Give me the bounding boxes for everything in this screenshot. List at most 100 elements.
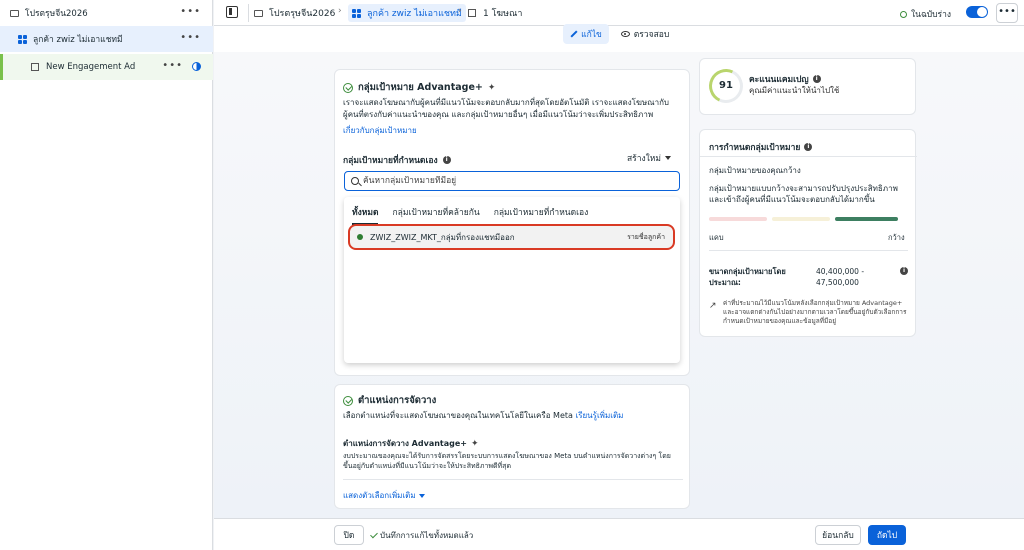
info-icon[interactable]: i [900, 267, 908, 275]
placement-title-text: ตำแหน่งการจัดวาง [358, 395, 437, 406]
top-bar: โปรตรุษจีน2026 › ลูกค้า zwiz ไม่เอาแชทมี… [214, 0, 1024, 26]
show-more-options-link[interactable]: แสดงตัวเลือกเพิ่มเติม [343, 489, 425, 502]
audience-learn-link[interactable]: เกี่ยวกับกลุ่มเป้าหมาย [343, 125, 683, 137]
status-label: ในฉบับร่าง [911, 10, 952, 20]
breadcrumb-adset[interactable]: ลูกค้า zwiz ไม่เอาแชทมี [348, 4, 466, 22]
draft-status: ในฉบับร่าง [900, 7, 951, 21]
divider [343, 479, 683, 480]
dropdown-tabs: ทั้งหมด กลุ่มเป้าหมายที่คล้ายกัน กลุ่มเป… [352, 205, 588, 225]
advantage-placement-label: ตำแหน่งการจัดวาง Advantage+ ✦ [343, 437, 479, 450]
back-button[interactable]: ย้อนกลับ [815, 525, 861, 545]
custom-audience-label: กลุ่มเป้าหมายที่กำหนดเอง i [343, 153, 451, 167]
audience-dropdown: ทั้งหมด กลุ่มเป้าหมายที่คล้ายกัน กลุ่มเป… [344, 197, 680, 363]
divider [709, 250, 908, 251]
breadth-label-broad: กว้าง [888, 233, 905, 242]
next-button[interactable]: ถัดไป [868, 525, 906, 545]
breadth-meter-narrow [709, 217, 767, 221]
tab-review-label: ตรวจสอบ [633, 30, 670, 40]
info-icon[interactable]: i [804, 143, 813, 151]
sidebar-item-adset[interactable]: ลูกค้า zwiz ไม่เอาแชทมี ••• [0, 26, 213, 52]
audience-size-value: 40,400,000 - 47,500,000 [816, 267, 865, 287]
status-dot-icon [357, 234, 363, 240]
sparkle-icon: ✦ [487, 82, 496, 93]
breadcrumb-label: โปรตรุษจีน2026 [269, 9, 336, 19]
info-icon[interactable]: i [812, 75, 821, 83]
bottom-bar: ปิด บันทึกการแก้ไขทั้งหมดแล้ว ย้อนกลับ ถ… [214, 518, 1024, 550]
audience-definition-card: การกำหนดกลุ่มเป้าหมาย i กลุ่มเป้าหมายของ… [699, 129, 917, 337]
more-icon[interactable]: ••• [162, 60, 183, 71]
score-subtitle: คุณมีค่าแนะนำให้นำไปใช้ [749, 86, 840, 95]
placement-description-text: เลือกตำแหน่งที่จะแสดงโฆษณาของคุณในเทคโนโ… [343, 411, 573, 420]
more-icon[interactable]: ••• [180, 6, 201, 17]
check-circle-icon [343, 82, 353, 93]
breadth-meter-medium [772, 217, 830, 221]
caret-down-icon [418, 493, 425, 498]
tab-review[interactable]: ตรวจสอบ [619, 24, 671, 44]
audience-description: เราจะแสดงโฆษณากับผู้คนที่มีแนวโน้มจะตอบก… [343, 98, 669, 119]
page-icon [31, 63, 39, 71]
trend-icon: ↗ [709, 301, 717, 311]
estimate-note: ค่าที่ประมาณไว้มีแนวโน้มหลังเลือกกลุ่มเป… [723, 299, 907, 325]
info-icon[interactable]: i [442, 156, 451, 164]
status-circle-icon [900, 10, 907, 18]
dropdown-tab-all[interactable]: ทั้งหมด [352, 205, 379, 225]
audience-search-field[interactable] [344, 171, 680, 191]
breadcrumb-campaign[interactable]: โปรตรุษจีน2026 [254, 6, 335, 20]
search-icon [351, 177, 359, 185]
breadcrumb-ad[interactable]: 1 โฆษณา [468, 6, 522, 20]
sparkle-icon: ✦ [471, 438, 479, 449]
audience-result-type: รายชื่อลูกค้า [627, 232, 665, 241]
close-button[interactable]: ปิด [334, 525, 364, 545]
breadcrumb-label: 1 โฆษณา [483, 9, 523, 19]
more-icon[interactable]: ••• [180, 32, 201, 43]
create-new-label: สร้างใหม่ [626, 154, 661, 164]
chevron-right-icon: › [338, 6, 342, 16]
advantage-placement-label-text: ตำแหน่งการจัดวาง Advantage+ [343, 439, 467, 448]
tab-edit-label: แก้ไข [581, 30, 602, 40]
campaign-score-card[interactable]: 91 คะแนนแคมเปญ i คุณมีค่าแนะนำให้นำไปใช้ [699, 58, 916, 115]
sidebar-item-ad[interactable]: New Engagement Ad ••• [0, 54, 213, 80]
divider [248, 4, 249, 22]
placement-card: ตำแหน่งการจัดวาง เลือกตำแหน่งที่จะแสดงโฆ… [334, 384, 690, 509]
audience-title: กลุ่มเป้าหมาย Advantage+ ✦ [343, 80, 495, 95]
publish-toggle[interactable] [966, 6, 988, 18]
breadth-label-narrow: แคบ [709, 233, 724, 242]
folder-icon [254, 9, 263, 17]
score-value: 91 [719, 80, 733, 91]
check-icon [370, 530, 378, 539]
audience-size-label: ขนาดกลุ่มเป้าหมายโดยประมาณ: [709, 267, 786, 287]
audience-card: กลุ่มเป้าหมาย Advantage+ ✦ เราจะแสดงโฆษณ… [334, 69, 690, 376]
definition-explanation: กลุ่มเป้าหมายแบบกว้างจะสามารถปรับปรุงประ… [709, 184, 898, 204]
advantage-placement-description: งบประมาณของคุณจะได้รับการจัดสรรโดยระบบกา… [343, 452, 671, 470]
placement-title: ตำแหน่งการจัดวาง [343, 393, 436, 408]
eye-icon [620, 31, 630, 37]
definition-title: การกำหนดกลุ่มเป้าหมาย i [709, 140, 813, 154]
placement-description: เลือกตำแหน่งที่จะแสดงโฆษณาของคุณในเทคโนโ… [343, 409, 623, 422]
half-circle-status-icon [192, 62, 201, 71]
sidebar-item-campaign[interactable]: โปรตรุษจีน2026 ••• [0, 0, 213, 26]
sidebar-item-label: New Engagement Ad [46, 62, 136, 72]
audience-search-input[interactable] [363, 176, 663, 186]
caret-down-icon [665, 156, 671, 160]
dropdown-tab-custom[interactable]: กลุ่มเป้าหมายที่กำหนดเอง [494, 205, 589, 225]
grid-icon [18, 34, 27, 44]
create-new-button[interactable]: สร้างใหม่ [627, 151, 671, 165]
pencil-icon [570, 30, 578, 38]
show-more-label: แสดงตัวเลือกเพิ่มเติม [343, 491, 416, 500]
sidebar-item-label: โปรตรุษจีน2026 [25, 9, 88, 19]
panel-toggle-icon[interactable] [226, 6, 238, 18]
placement-learn-link[interactable]: เรียนรู้เพิ่มเติม [575, 411, 623, 420]
audience-result-item[interactable]: ZWIZ_ZWIZ_MKT_กลุ่มที่กรองแชทมีออก รายชื… [348, 224, 675, 250]
audience-result-name: ZWIZ_ZWIZ_MKT_กลุ่มที่กรองแชทมีออก [370, 232, 515, 242]
definition-title-text: การกำหนดกลุ่มเป้าหมาย [709, 143, 801, 153]
check-circle-icon [343, 395, 353, 406]
more-options-button[interactable]: ••• [996, 3, 1018, 23]
dropdown-tab-lookalike[interactable]: กลุ่มเป้าหมายที่คล้ายกัน [392, 205, 479, 225]
breadth-meter-broad [835, 217, 898, 221]
sidebar: โปรตรุษจีน2026 ••• ลูกค้า zwiz ไม่เอาแชท… [0, 0, 213, 550]
custom-audience-label-text: กลุ่มเป้าหมายที่กำหนดเอง [343, 156, 438, 166]
sidebar-item-label: ลูกค้า zwiz ไม่เอาแชทมี [33, 35, 123, 45]
definition-summary: กลุ่มเป้าหมายของคุณกว้าง [709, 166, 801, 175]
breadcrumb-label: ลูกค้า zwiz ไม่เอาแชทมี [367, 9, 462, 19]
tab-edit[interactable]: แก้ไข [563, 24, 609, 44]
